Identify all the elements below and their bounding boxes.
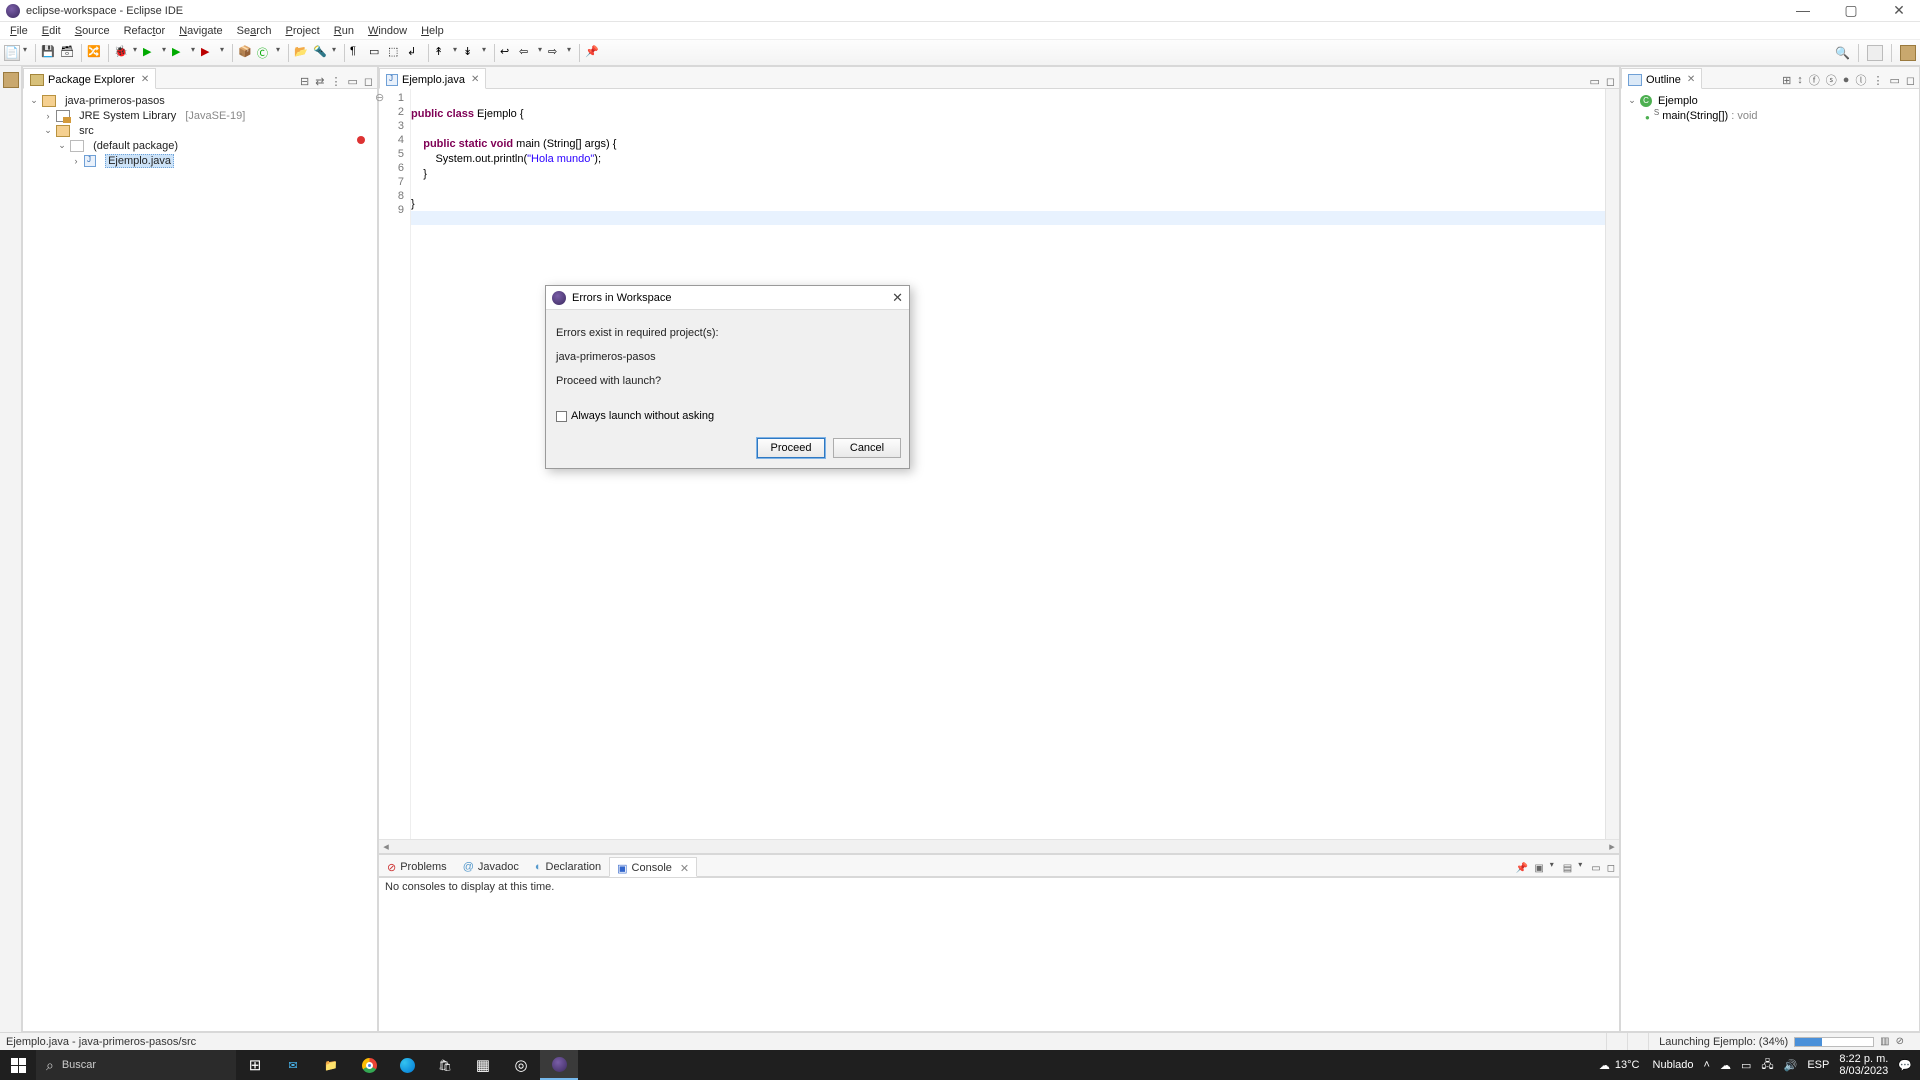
store-icon[interactable]	[426, 1050, 464, 1080]
file-explorer-icon[interactable]	[312, 1050, 350, 1080]
dialog-title: Errors in Workspace	[572, 292, 671, 304]
modal-overlay: Errors in Workspace ✕ Errors exist in re…	[0, 0, 1920, 1080]
tray-volume-icon[interactable]: 🔊	[1784, 1059, 1798, 1072]
eclipse-app-icon	[552, 291, 566, 305]
cancel-button[interactable]: Cancel	[833, 438, 901, 458]
dialog-titlebar[interactable]: Errors in Workspace ✕	[546, 286, 909, 310]
tray-date: 8/03/2023	[1839, 1065, 1888, 1077]
tray-time: 8:22 p. m.	[1839, 1053, 1888, 1065]
mail-app-icon[interactable]	[274, 1050, 312, 1080]
tray-cast-icon[interactable]: ▭	[1741, 1059, 1751, 1072]
proceed-button[interactable]: Proceed	[757, 438, 825, 458]
start-button[interactable]	[0, 1050, 36, 1080]
weather-cond: Nublado	[1653, 1059, 1694, 1071]
task-view-icon[interactable]: ⊞	[236, 1050, 274, 1080]
always-launch-label[interactable]: Always launch without asking	[571, 410, 714, 422]
tray-onedrive-icon[interactable]: ☁	[1720, 1059, 1731, 1072]
windows-taskbar: Buscar ⊞ ▦ ◎ ☁ 13°C Nublado ˄ ☁ ▭ 🖧 🔊 ESP…	[0, 1050, 1920, 1080]
weather-temp: 13°C	[1615, 1059, 1640, 1071]
app-icon-1[interactable]: ▦	[464, 1050, 502, 1080]
eclipse-taskbar-icon[interactable]	[540, 1050, 578, 1080]
cloud-icon: ☁	[1599, 1059, 1610, 1072]
taskbar-search[interactable]: Buscar	[36, 1050, 236, 1080]
dialog-line1: Errors exist in required project(s):	[556, 324, 899, 342]
notifications-icon[interactable]: 💬	[1898, 1059, 1912, 1072]
chrome-icon[interactable]	[350, 1050, 388, 1080]
edge-icon[interactable]	[388, 1050, 426, 1080]
dialog-close-button[interactable]: ✕	[892, 290, 903, 306]
weather-widget[interactable]: ☁ 13°C Nublado	[1599, 1059, 1694, 1072]
tray-network-icon[interactable]: 🖧	[1761, 1056, 1773, 1075]
errors-dialog: Errors in Workspace ✕ Errors exist in re…	[545, 285, 910, 469]
dialog-line2: java-primeros-pasos	[556, 348, 899, 366]
tray-lang[interactable]: ESP	[1807, 1059, 1829, 1071]
always-launch-checkbox[interactable]	[556, 411, 567, 422]
search-icon	[46, 1057, 54, 1074]
tray-chevron-icon[interactable]: ˄	[1704, 1059, 1710, 1071]
tray-clock[interactable]: 8:22 p. m. 8/03/2023	[1839, 1053, 1888, 1077]
app-icon-2[interactable]: ◎	[502, 1050, 540, 1080]
search-placeholder: Buscar	[62, 1059, 96, 1071]
dialog-line3: Proceed with launch?	[556, 372, 899, 390]
